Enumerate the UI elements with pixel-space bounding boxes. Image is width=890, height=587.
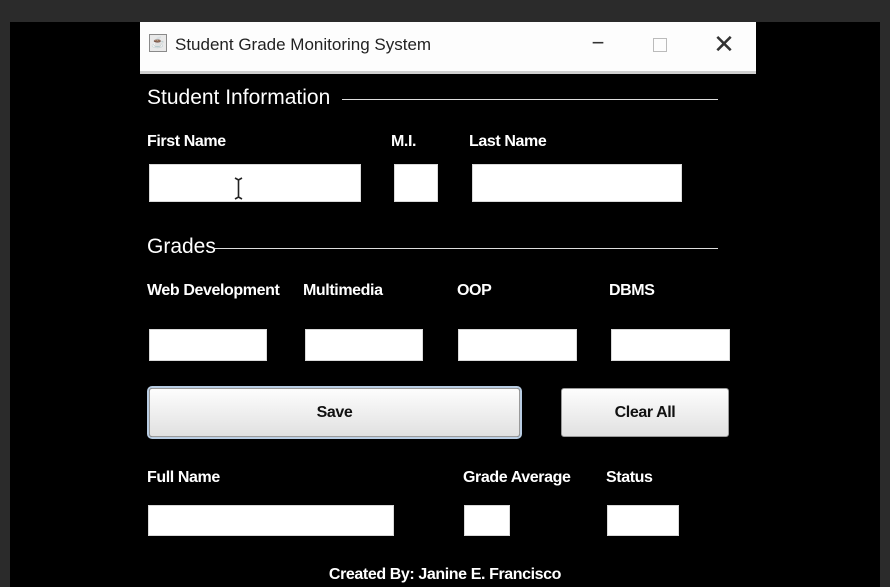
- multimedia-label: Multimedia: [303, 282, 383, 299]
- oop-input[interactable]: [458, 329, 577, 361]
- window-title: Student Grade Monitoring System: [175, 35, 432, 54]
- full-name-label: Full Name: [147, 469, 220, 486]
- web-development-input[interactable]: [149, 329, 267, 361]
- maximize-icon[interactable]: [640, 30, 680, 58]
- dbms-input[interactable]: [611, 329, 730, 361]
- multimedia-input[interactable]: [305, 329, 423, 361]
- credit-footer: Created By: Janine E. Francisco: [328, 566, 562, 583]
- grades-title: Grades: [147, 235, 216, 258]
- minimize-icon[interactable]: −: [578, 30, 618, 58]
- java-icon: ☕: [149, 34, 167, 52]
- middle-initial-label: M.I.: [391, 133, 417, 150]
- first-name-input[interactable]: [149, 164, 361, 202]
- last-name-input[interactable]: [472, 164, 682, 202]
- status-label: Status: [606, 469, 653, 486]
- section-divider: [213, 248, 718, 249]
- close-icon[interactable]: ✕: [704, 30, 744, 58]
- oop-label: OOP: [457, 282, 492, 299]
- web-development-label: Web Development: [147, 282, 280, 299]
- dbms-label: DBMS: [609, 282, 655, 299]
- first-name-label: First Name: [147, 133, 226, 150]
- student-information-title: Student Information: [147, 86, 331, 109]
- full-name-output[interactable]: [148, 505, 394, 536]
- last-name-label: Last Name: [469, 133, 547, 150]
- title-bar: ☕ Student Grade Monitoring System − ✕: [140, 22, 756, 74]
- clear-all-button[interactable]: Clear All: [561, 388, 729, 437]
- section-divider: [342, 99, 718, 100]
- grade-average-output[interactable]: [464, 505, 510, 536]
- middle-initial-input[interactable]: [394, 164, 438, 202]
- window-content: [10, 22, 880, 587]
- grade-average-label: Grade Average: [463, 469, 571, 486]
- text-cursor-icon: [234, 177, 243, 200]
- save-button[interactable]: Save: [149, 388, 520, 437]
- status-output[interactable]: [607, 505, 679, 536]
